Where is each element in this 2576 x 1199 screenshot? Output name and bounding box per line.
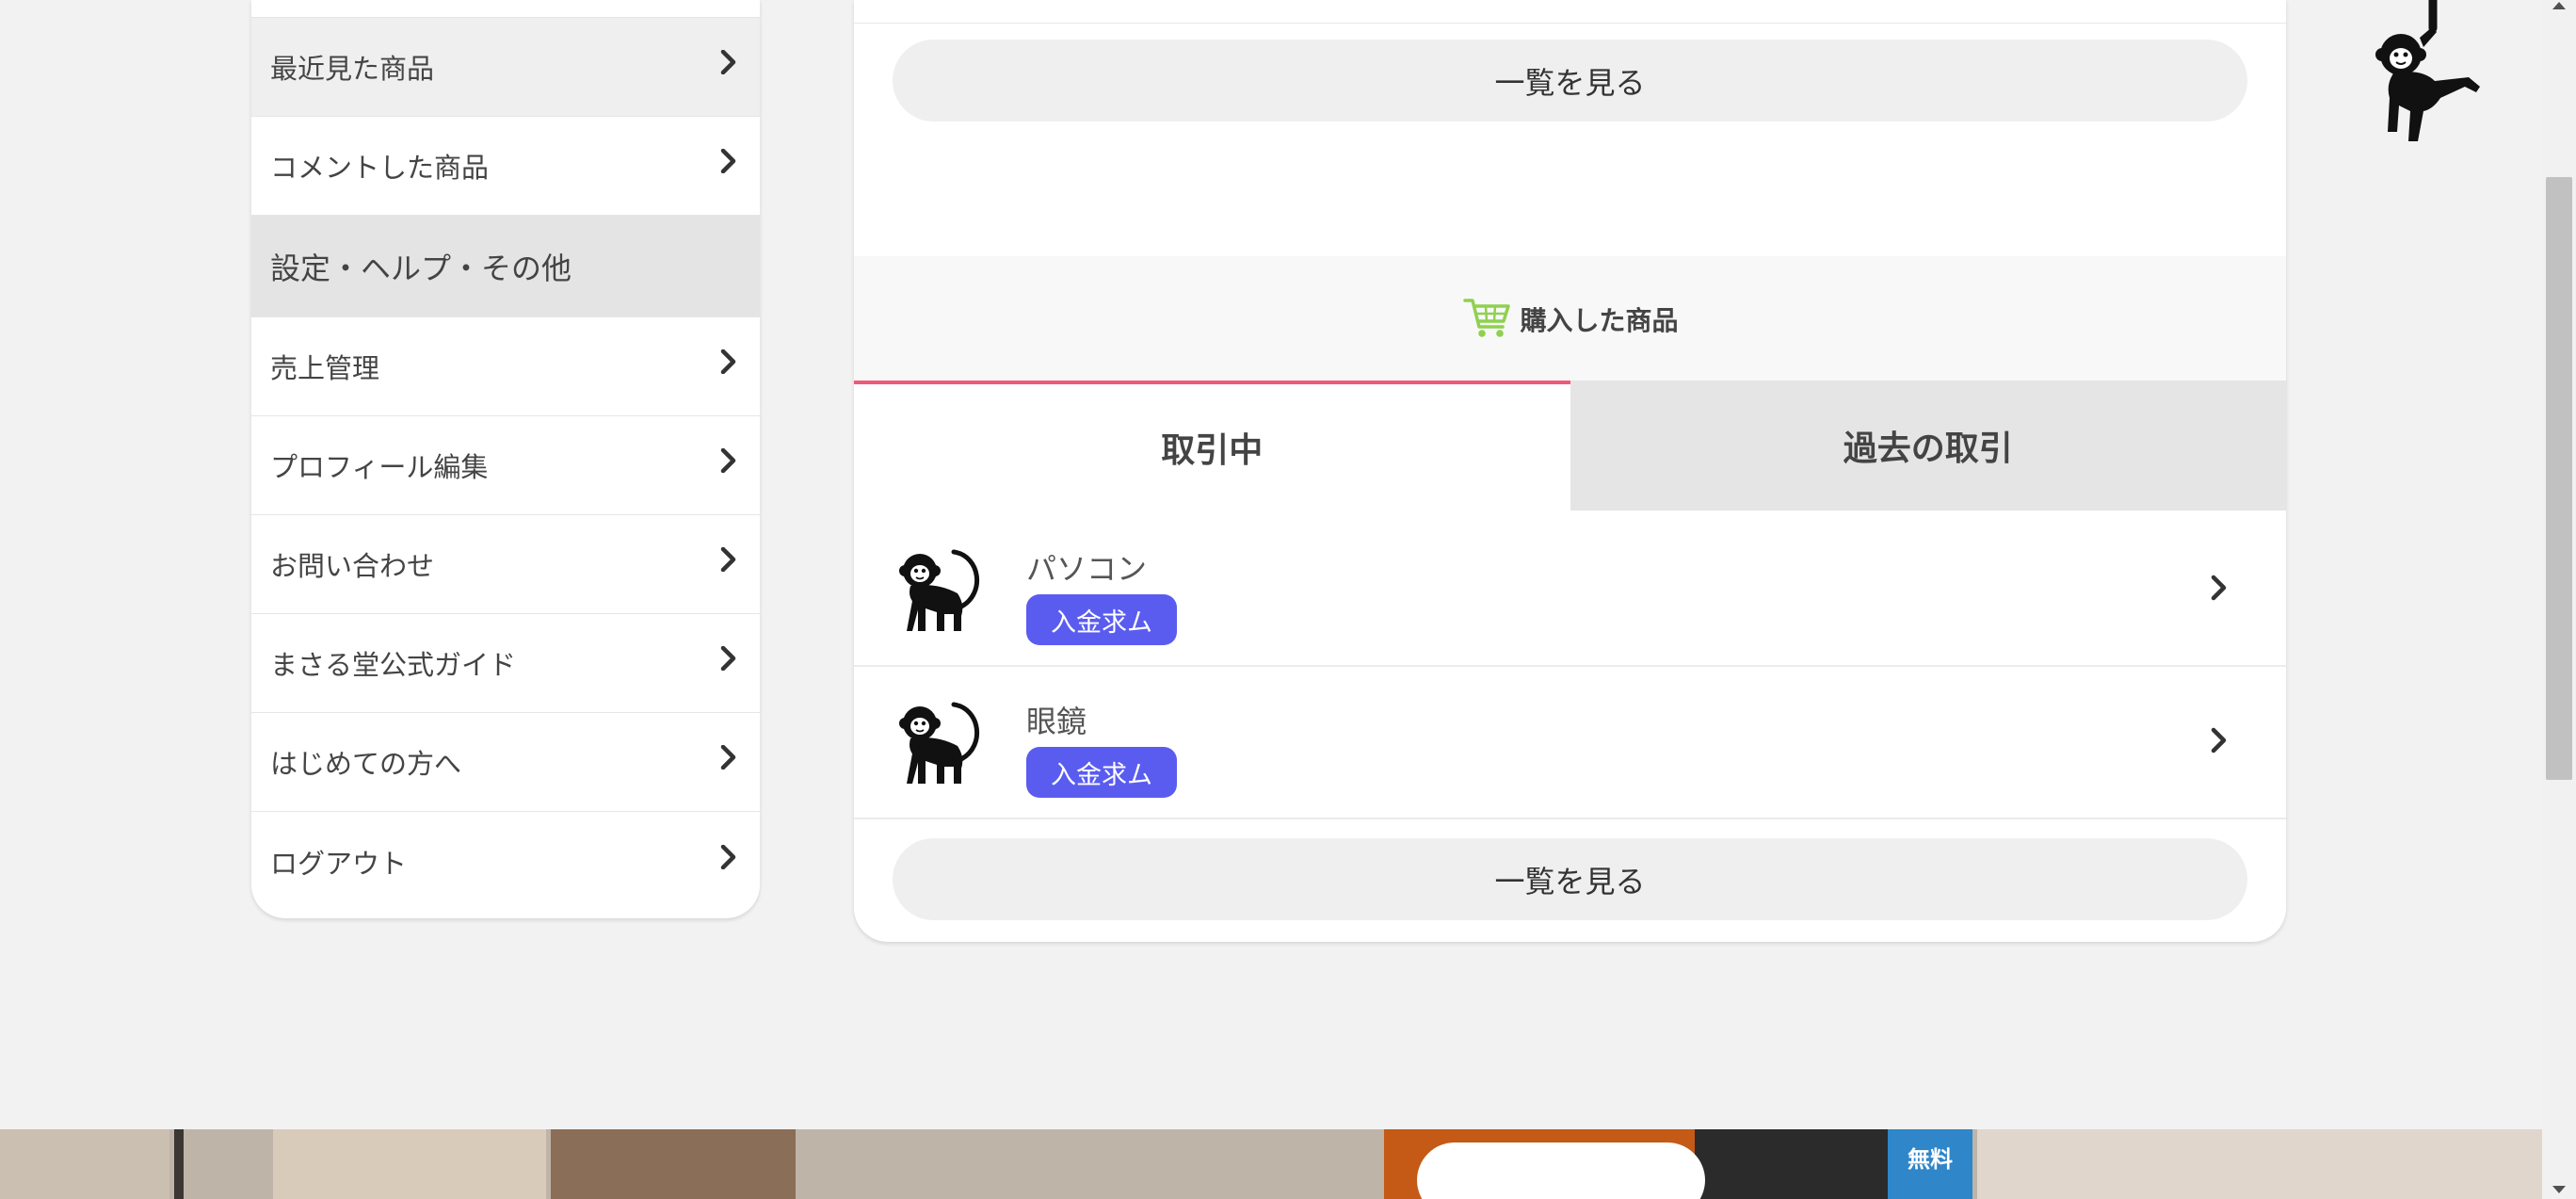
status-badge: 入金求ム bbox=[1026, 747, 1177, 798]
trade-row[interactable]: 眼鏡 入金求ム bbox=[854, 667, 2286, 819]
sidebar-item-label: 最近見た商品 bbox=[270, 53, 435, 85]
hanging-monkey-icon bbox=[2365, 0, 2492, 151]
banner-background bbox=[174, 1129, 184, 1199]
scroll-up-icon[interactable] bbox=[2552, 2, 2566, 9]
sidebar-item-sales[interactable]: 売上管理 bbox=[251, 317, 760, 416]
trade-item-name: パソコン bbox=[1026, 551, 1148, 587]
chevron-right-icon bbox=[716, 646, 741, 671]
see-all-button[interactable]: 一覧を見る bbox=[893, 40, 2247, 122]
main-panel: 一覧を見る 購入した商品 取引中 過去の取引 パソコン 入金求ム 眼鏡 入金求ム… bbox=[854, 0, 2286, 942]
sidebar-item-label: プロフィール編集 bbox=[270, 451, 489, 483]
sidebar-item-official-guide[interactable]: まさる堂公式ガイド bbox=[251, 614, 760, 713]
sidebar-item-label: まさる堂公式ガイド bbox=[270, 649, 517, 681]
sidebar-item-label: はじめての方へ bbox=[270, 748, 462, 780]
chevron-right-icon bbox=[716, 745, 741, 770]
chevron-right-icon bbox=[2205, 574, 2233, 602]
chevron-right-icon bbox=[716, 448, 741, 473]
banner-background bbox=[1695, 1129, 1888, 1199]
sidebar-item-label: コメントした商品 bbox=[270, 152, 490, 184]
chevron-right-icon bbox=[716, 547, 741, 572]
sidebar-item-label: ログアウト bbox=[270, 847, 408, 880]
sidebar-item-label: お問い合わせ bbox=[270, 550, 435, 582]
divider bbox=[854, 23, 2286, 24]
scrollbar-thumb[interactable] bbox=[2546, 177, 2572, 780]
banner-background bbox=[551, 1129, 796, 1199]
trade-item-name: 眼鏡 bbox=[1026, 704, 1087, 739]
monkey-icon bbox=[899, 697, 982, 787]
sidebar-item-recently-viewed[interactable]: 最近見た商品 bbox=[251, 18, 760, 117]
status-badge: 入金求ム bbox=[1026, 594, 1177, 645]
trade-row[interactable]: パソコン 入金求ム bbox=[854, 514, 2286, 667]
sidebar-item-logout[interactable]: ログアウト bbox=[251, 812, 760, 911]
banner-background bbox=[0, 1129, 169, 1199]
banner-phone-image bbox=[1417, 1142, 1705, 1199]
free-badge: 無料 bbox=[1888, 1129, 1972, 1199]
chevron-right-icon bbox=[716, 349, 741, 374]
chevron-right-icon bbox=[716, 149, 741, 173]
sidebar-item-contact[interactable]: お問い合わせ bbox=[251, 515, 760, 614]
sidebar-heading-label: 設定・ヘルプ・その他 bbox=[270, 250, 572, 286]
cart-icon bbox=[1461, 291, 1512, 348]
chevron-right-icon bbox=[716, 844, 741, 869]
scroll-down-icon[interactable] bbox=[2552, 1186, 2566, 1193]
trade-tabs: 取引中 過去の取引 bbox=[854, 381, 2286, 510]
sidebar-menu: 最近見た商品 コメントした商品 設定・ヘルプ・その他 売上管理 プロフィール編集… bbox=[251, 0, 760, 918]
monkey-icon bbox=[899, 544, 982, 635]
sidebar-item-first-time[interactable]: はじめての方へ bbox=[251, 713, 760, 812]
see-all-button[interactable]: 一覧を見る bbox=[893, 838, 2247, 920]
page-scrollbar[interactable] bbox=[2542, 0, 2576, 1199]
bottom-ad-banner[interactable]: 無料 bbox=[0, 1129, 2542, 1199]
banner-background bbox=[273, 1129, 546, 1199]
tab-in-progress[interactable]: 取引中 bbox=[854, 381, 1570, 510]
purchased-section-header: 購入した商品 bbox=[854, 256, 2286, 382]
sidebar-section-heading: 設定・ヘルプ・その他 bbox=[251, 216, 760, 317]
banner-background bbox=[1977, 1129, 2542, 1199]
section-title: 購入した商品 bbox=[1520, 305, 1679, 336]
sidebar-top-edge bbox=[251, 0, 760, 18]
chevron-right-icon bbox=[716, 50, 741, 74]
sidebar-item-label: 売上管理 bbox=[270, 352, 380, 384]
chevron-right-icon bbox=[2205, 726, 2233, 754]
tab-past-trades[interactable]: 過去の取引 bbox=[1570, 381, 2286, 510]
sidebar-item-profile-edit[interactable]: プロフィール編集 bbox=[251, 416, 760, 515]
sidebar-item-commented[interactable]: コメントした商品 bbox=[251, 117, 760, 216]
